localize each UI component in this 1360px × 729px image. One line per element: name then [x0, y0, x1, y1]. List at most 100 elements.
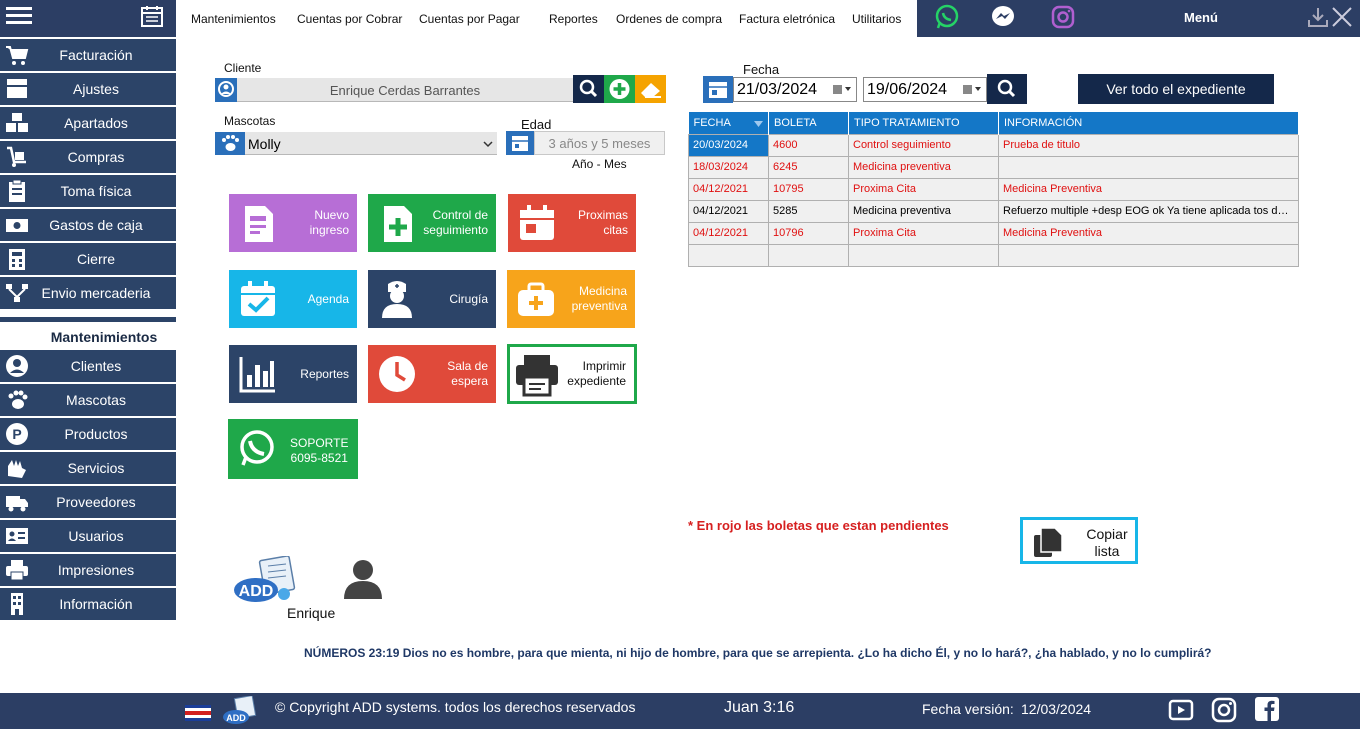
nuevo-ingreso-tile[interactable]: Nuevo ingreso — [229, 194, 357, 252]
tile-label: Imprimir expediente — [567, 359, 626, 388]
sidebar-item-compras[interactable]: Compras — [0, 141, 176, 173]
cliente-label: Cliente — [224, 61, 262, 75]
sidebar-item-informacion[interactable]: Información — [0, 588, 176, 620]
menu-cuentas-cobrar[interactable]: Cuentas por Cobrar — [297, 12, 402, 26]
edad-input[interactable]: 3 años y 5 meses — [534, 131, 665, 155]
table-row[interactable]: 18/03/2024 6245 Medicina preventiva — [688, 155, 1299, 179]
fecha-desde-input[interactable]: 21/03/2024 — [733, 77, 857, 102]
cell: 04/12/2021 — [688, 221, 769, 245]
cirugia-tile[interactable]: Cirugía — [368, 270, 496, 328]
add-small-logo: ADD — [223, 696, 257, 724]
sidebar-item-productos[interactable]: P Productos — [0, 418, 176, 450]
fecha-hasta-input[interactable]: 19/06/2024 — [863, 77, 987, 102]
cliente-input[interactable]: Enrique Cerdas Barrantes — [237, 78, 573, 102]
menu-cuentas-pagar[interactable]: Cuentas por Pagar — [419, 12, 520, 26]
control-seguimiento-tile[interactable]: Control de seguimiento — [368, 194, 496, 252]
tile-label: Agenda — [307, 291, 349, 306]
sidebar-item-cierre[interactable]: Cierre — [0, 243, 176, 275]
agenda-tile[interactable]: Agenda — [229, 270, 357, 328]
sidebar-item-toma-fisica[interactable]: Toma física — [0, 175, 176, 207]
messenger-icon[interactable] — [990, 4, 1016, 30]
hamburger-menu-icon[interactable] — [6, 4, 32, 30]
date-dropdown-icon[interactable] — [963, 84, 983, 96]
sidebar-item-ajustes[interactable]: Ajustes — [0, 73, 176, 105]
top-menu: Mantenimientos Cuentas por Cobrar Cuenta… — [176, 0, 917, 37]
table-row[interactable]: 20/03/2024 4600 Control seguimiento Prueba … — [688, 133, 1299, 157]
medicina-preventiva-tile[interactable]: Medicina preventiva — [507, 270, 635, 328]
copiar-label: Copiar lista — [1086, 526, 1128, 559]
sidebar-item-clientes[interactable]: Clientes — [0, 350, 176, 382]
app-window: Mantenimientos Cuentas por Cobrar Cuenta… — [0, 0, 1360, 729]
cell: 4600 — [768, 133, 849, 157]
calendar-icon[interactable] — [140, 4, 164, 28]
sidebar-item-impresiones[interactable]: Impresiones — [0, 554, 176, 586]
buscar-fecha-button[interactable] — [987, 74, 1027, 104]
sidebar-item-apartados[interactable]: Apartados — [0, 107, 176, 139]
agregar-cliente-button[interactable] — [604, 75, 635, 103]
cell — [998, 243, 1299, 267]
sidebar-item-label: Toma física — [60, 183, 132, 199]
soporte-tile[interactable]: SOPORTE 6095-8521 — [228, 419, 358, 479]
soporte-title: SOPORTE — [290, 436, 349, 450]
costa-rica-flag-icon — [185, 705, 211, 721]
user-avatar-icon[interactable] — [342, 557, 384, 599]
instagram-icon[interactable] — [1050, 4, 1076, 30]
sidebar-item-servicios[interactable]: Servicios — [0, 452, 176, 484]
sidebar-item-proveedores[interactable]: Proveedores — [0, 486, 176, 518]
search-icon — [579, 79, 598, 98]
youtube-icon[interactable] — [1168, 697, 1194, 723]
menu-mantenimientos[interactable]: Mantenimientos — [191, 12, 276, 26]
mascotas-select[interactable]: Molly — [245, 132, 497, 155]
cell: Prueba de titulo — [998, 133, 1299, 157]
buscar-cliente-button[interactable] — [573, 75, 604, 103]
borrar-cliente-button[interactable] — [635, 75, 666, 103]
sidebar-item-envio-mercaderia[interactable]: Envio mercaderia — [0, 277, 176, 309]
cell: Medicina preventiva — [848, 199, 999, 223]
menu-ordenes-compra[interactable]: Ordenes de compra — [616, 12, 722, 26]
tile-label: Reportes — [300, 366, 349, 381]
sala-espera-tile[interactable]: Sala de espera — [368, 345, 496, 403]
cell — [688, 243, 769, 267]
tile-label: Cirugía — [449, 291, 488, 306]
cell — [768, 243, 849, 267]
cell: 10796 — [768, 221, 849, 245]
sidebar-item-mascotas[interactable]: Mascotas — [0, 384, 176, 416]
date-dropdown-icon[interactable] — [833, 84, 853, 96]
document-icon — [245, 206, 273, 242]
table-row[interactable]: 04/12/2021 10795 Proxima Cita Medicina Prev… — [688, 177, 1299, 201]
table-row[interactable]: 04/12/2021 5285 Medicina preventiva Refuerz… — [688, 199, 1299, 223]
close-icon[interactable] — [1329, 4, 1355, 30]
imprimir-expediente-tile[interactable]: Imprimir expediente — [507, 344, 637, 404]
col-informacion[interactable]: INFORMACIÓN — [998, 112, 1299, 134]
top-bar-left — [0, 0, 176, 37]
facebook-icon[interactable] — [1254, 696, 1280, 722]
sidebar-item-label: Cierre — [76, 251, 116, 267]
menu-label[interactable]: Menú — [1184, 10, 1218, 25]
tile-label: Control de seguimiento — [423, 208, 488, 237]
mascotas-value: Molly — [248, 136, 281, 152]
download-icon[interactable] — [1305, 4, 1331, 30]
reportes-tile[interactable]: Reportes — [229, 345, 357, 403]
cell: 10795 — [768, 177, 849, 201]
table-row[interactable]: 04/12/2021 10796 Proxima Cita Medicina Prev… — [688, 221, 1299, 245]
menu-factura-electronica[interactable]: Factura eletrónica — [739, 12, 835, 26]
copiar-lista-button[interactable]: Copiar lista — [1020, 517, 1138, 564]
sidebar-item-facturacion[interactable]: Facturación — [0, 39, 176, 71]
whatsapp-icon[interactable] — [934, 4, 960, 30]
col-fecha[interactable]: FECHA — [688, 112, 769, 134]
ver-todo-expediente-button[interactable]: Ver todo el expediente — [1078, 74, 1274, 104]
instagram-icon[interactable] — [1211, 697, 1237, 723]
menu-utilitarios[interactable]: Utilitarios — [852, 12, 901, 26]
sidebar-item-usuarios[interactable]: Usuarios — [0, 520, 176, 552]
proximas-citas-tile[interactable]: Proximas citas — [508, 194, 636, 252]
menu-reportes[interactable]: Reportes — [549, 12, 598, 26]
add-icon — [609, 79, 630, 99]
top-bar: Mantenimientos Cuentas por Cobrar Cuenta… — [0, 0, 1360, 37]
col-boleta[interactable]: BOLETA — [768, 112, 849, 134]
sidebar-item-gastos-caja[interactable]: Gastos de caja — [0, 209, 176, 241]
col-tipo[interactable]: TIPO TRATAMIENTO — [848, 112, 999, 134]
cell: Medicina preventiva — [848, 155, 999, 179]
chevron-down-icon — [483, 141, 493, 148]
sidebar-item-label: Mascotas — [66, 392, 126, 408]
table-row[interactable] — [688, 243, 1299, 267]
